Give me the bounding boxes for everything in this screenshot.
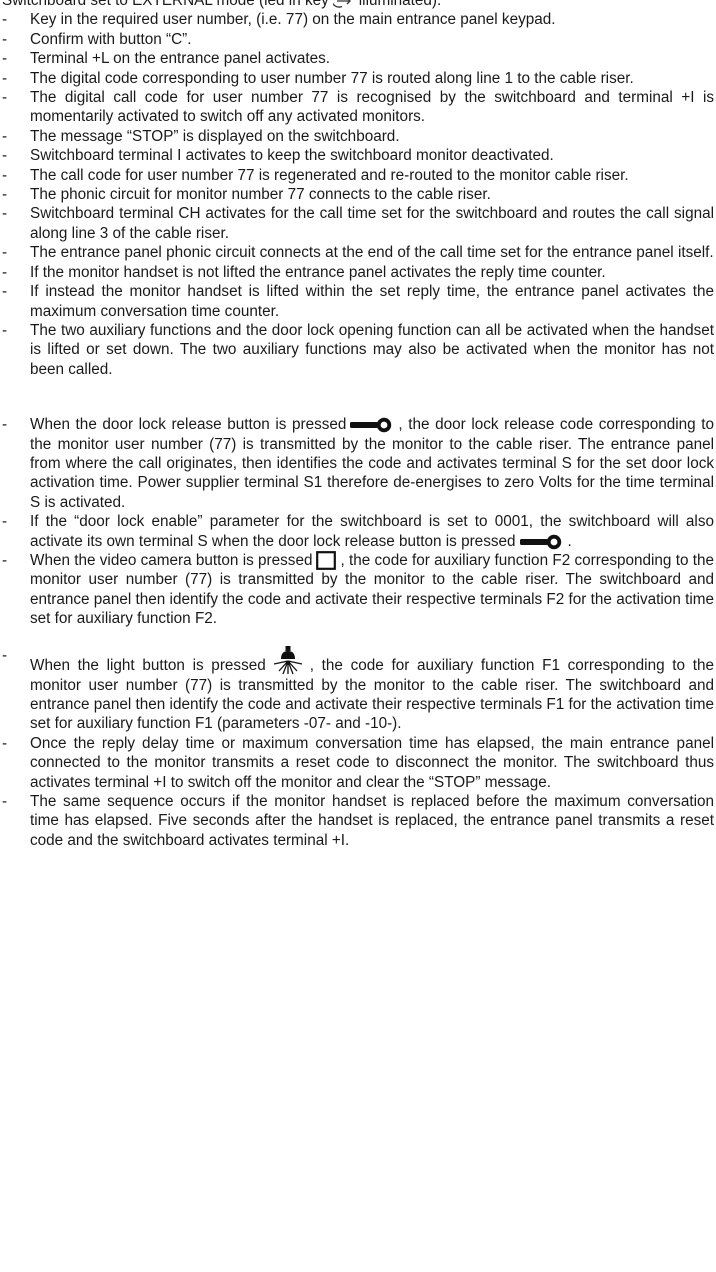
list-item-text: The message “STOP” is displayed on the s… <box>30 127 400 145</box>
bullet-dash: - <box>2 734 8 752</box>
list-item-text: Switchboard terminal CH activates for th… <box>30 205 714 242</box>
door-lock-list: - When the door lock release button is pr… <box>0 415 716 629</box>
bullet-dash: - <box>2 127 8 145</box>
bullet-dash: - <box>2 244 8 262</box>
intro-line: Switchboard set to EXTERNAL mode (led in… <box>2 0 716 10</box>
list-item-text: If instead the monitor handset is lifted… <box>30 283 714 320</box>
list-item: - The entrance panel phonic circuit conne… <box>0 243 716 262</box>
list-item: - Confirm with button “C”. <box>0 30 716 49</box>
list-item-text: The digital code corresponding to user n… <box>30 69 634 87</box>
list-item: - If the monitor handset is not lifted th… <box>0 263 716 282</box>
list-item-text: Key in the required user number, (i.e. 7… <box>30 11 556 29</box>
bullet-dash: - <box>2 416 8 434</box>
camera-item: - When the video camera button is pressed… <box>0 551 716 629</box>
light-item: - When the light button is pressed, the c… <box>0 645 716 734</box>
list-item: - Once the reply delay time or maximum co… <box>0 734 716 792</box>
key-icon <box>519 534 561 549</box>
bullet-dash: - <box>2 50 8 68</box>
door-release-item: - When the door lock release button is pr… <box>0 415 716 512</box>
list-item: - The call code for user number 77 is reg… <box>0 166 716 185</box>
list-item-text: Confirm with button “C”. <box>30 30 192 48</box>
list-item: - The phonic circuit for monitor number 7… <box>0 185 716 204</box>
list-item: - Terminal +L on the entrance panel activ… <box>0 49 716 68</box>
list-item-text: The call code for user number 77 is rege… <box>30 166 629 184</box>
bullet-dash: - <box>2 69 8 87</box>
list-item-text: If the monitor handset is not lifted the… <box>30 263 606 281</box>
bullet-dash: - <box>2 186 8 204</box>
bullet-dash: - <box>2 89 8 107</box>
list-item: - The same sequence occurs if the monitor… <box>0 792 716 850</box>
light-list: - When the light button is pressed, the c… <box>0 645 716 851</box>
list-item-text: The phonic circuit for monitor number 77… <box>30 186 491 204</box>
bullet-dash: - <box>2 321 8 339</box>
bullet-dash: - <box>2 551 8 569</box>
list-item: - The message “STOP” is displayed on the … <box>0 127 716 146</box>
list-item: - Switchboard terminal CH activates for t… <box>0 204 716 243</box>
bullet-dash: - <box>2 263 8 281</box>
list-item: - Key in the required user number, (i.e. … <box>0 10 716 29</box>
external-led-icon <box>332 0 351 8</box>
sequence-list: - Key in the required user number, (i.e. … <box>0 10 716 379</box>
list-item: - Switchboard terminal I activates to kee… <box>0 146 716 165</box>
list-item-text: The same sequence occurs if the monitor … <box>30 793 714 849</box>
bullet-dash: - <box>2 513 8 531</box>
bullet-dash: - <box>2 205 8 223</box>
door-enable-item: - If the “door lock enable” parameter for… <box>0 512 716 551</box>
list-item: - The two auxiliary functions and the doo… <box>0 321 716 379</box>
bullet-dash: - <box>2 166 8 184</box>
intro-text-before: Switchboard set to EXTERNAL mode (led in… <box>2 0 329 9</box>
video-camera-icon <box>316 551 337 571</box>
light-bulb-icon <box>273 645 302 674</box>
list-item: - The digital code corresponding to user … <box>0 69 716 88</box>
list-item-text: The entrance panel phonic circuit connec… <box>30 244 714 262</box>
bullet-dash: - <box>2 11 8 29</box>
bullet-dash: - <box>2 646 8 664</box>
list-item: - If instead the monitor handset is lifte… <box>0 282 716 321</box>
list-item-text: Terminal +L on the entrance panel activa… <box>30 50 331 68</box>
manual-page: Switchboard set to EXTERNAL mode (led in… <box>0 0 716 850</box>
intro-text-after: illuminated). <box>358 0 442 9</box>
list-item-text: Once the reply delay time or maximum con… <box>30 734 714 791</box>
door-enable-text-after: . <box>567 532 572 550</box>
list-item-text: Switchboard terminal I activates to keep… <box>30 147 554 165</box>
light-text-before: When the light button is pressed <box>30 656 266 674</box>
camera-text-before: When the video camera button is pressed <box>30 551 313 569</box>
bullet-dash: - <box>2 283 8 301</box>
list-item-text: The two auxiliary functions and the door… <box>30 321 714 378</box>
list-item: - The digital call code for user number 7… <box>0 88 716 127</box>
door-enable-text-before: If the “door lock enable” parameter for … <box>30 513 714 550</box>
bullet-dash: - <box>2 147 8 165</box>
bullet-dash: - <box>2 30 8 48</box>
door-release-text-before: When the door lock release button is pre… <box>30 416 347 434</box>
key-icon <box>350 417 392 433</box>
list-item-text: The digital call code for user number 77… <box>30 89 714 126</box>
bullet-dash: - <box>2 793 8 811</box>
